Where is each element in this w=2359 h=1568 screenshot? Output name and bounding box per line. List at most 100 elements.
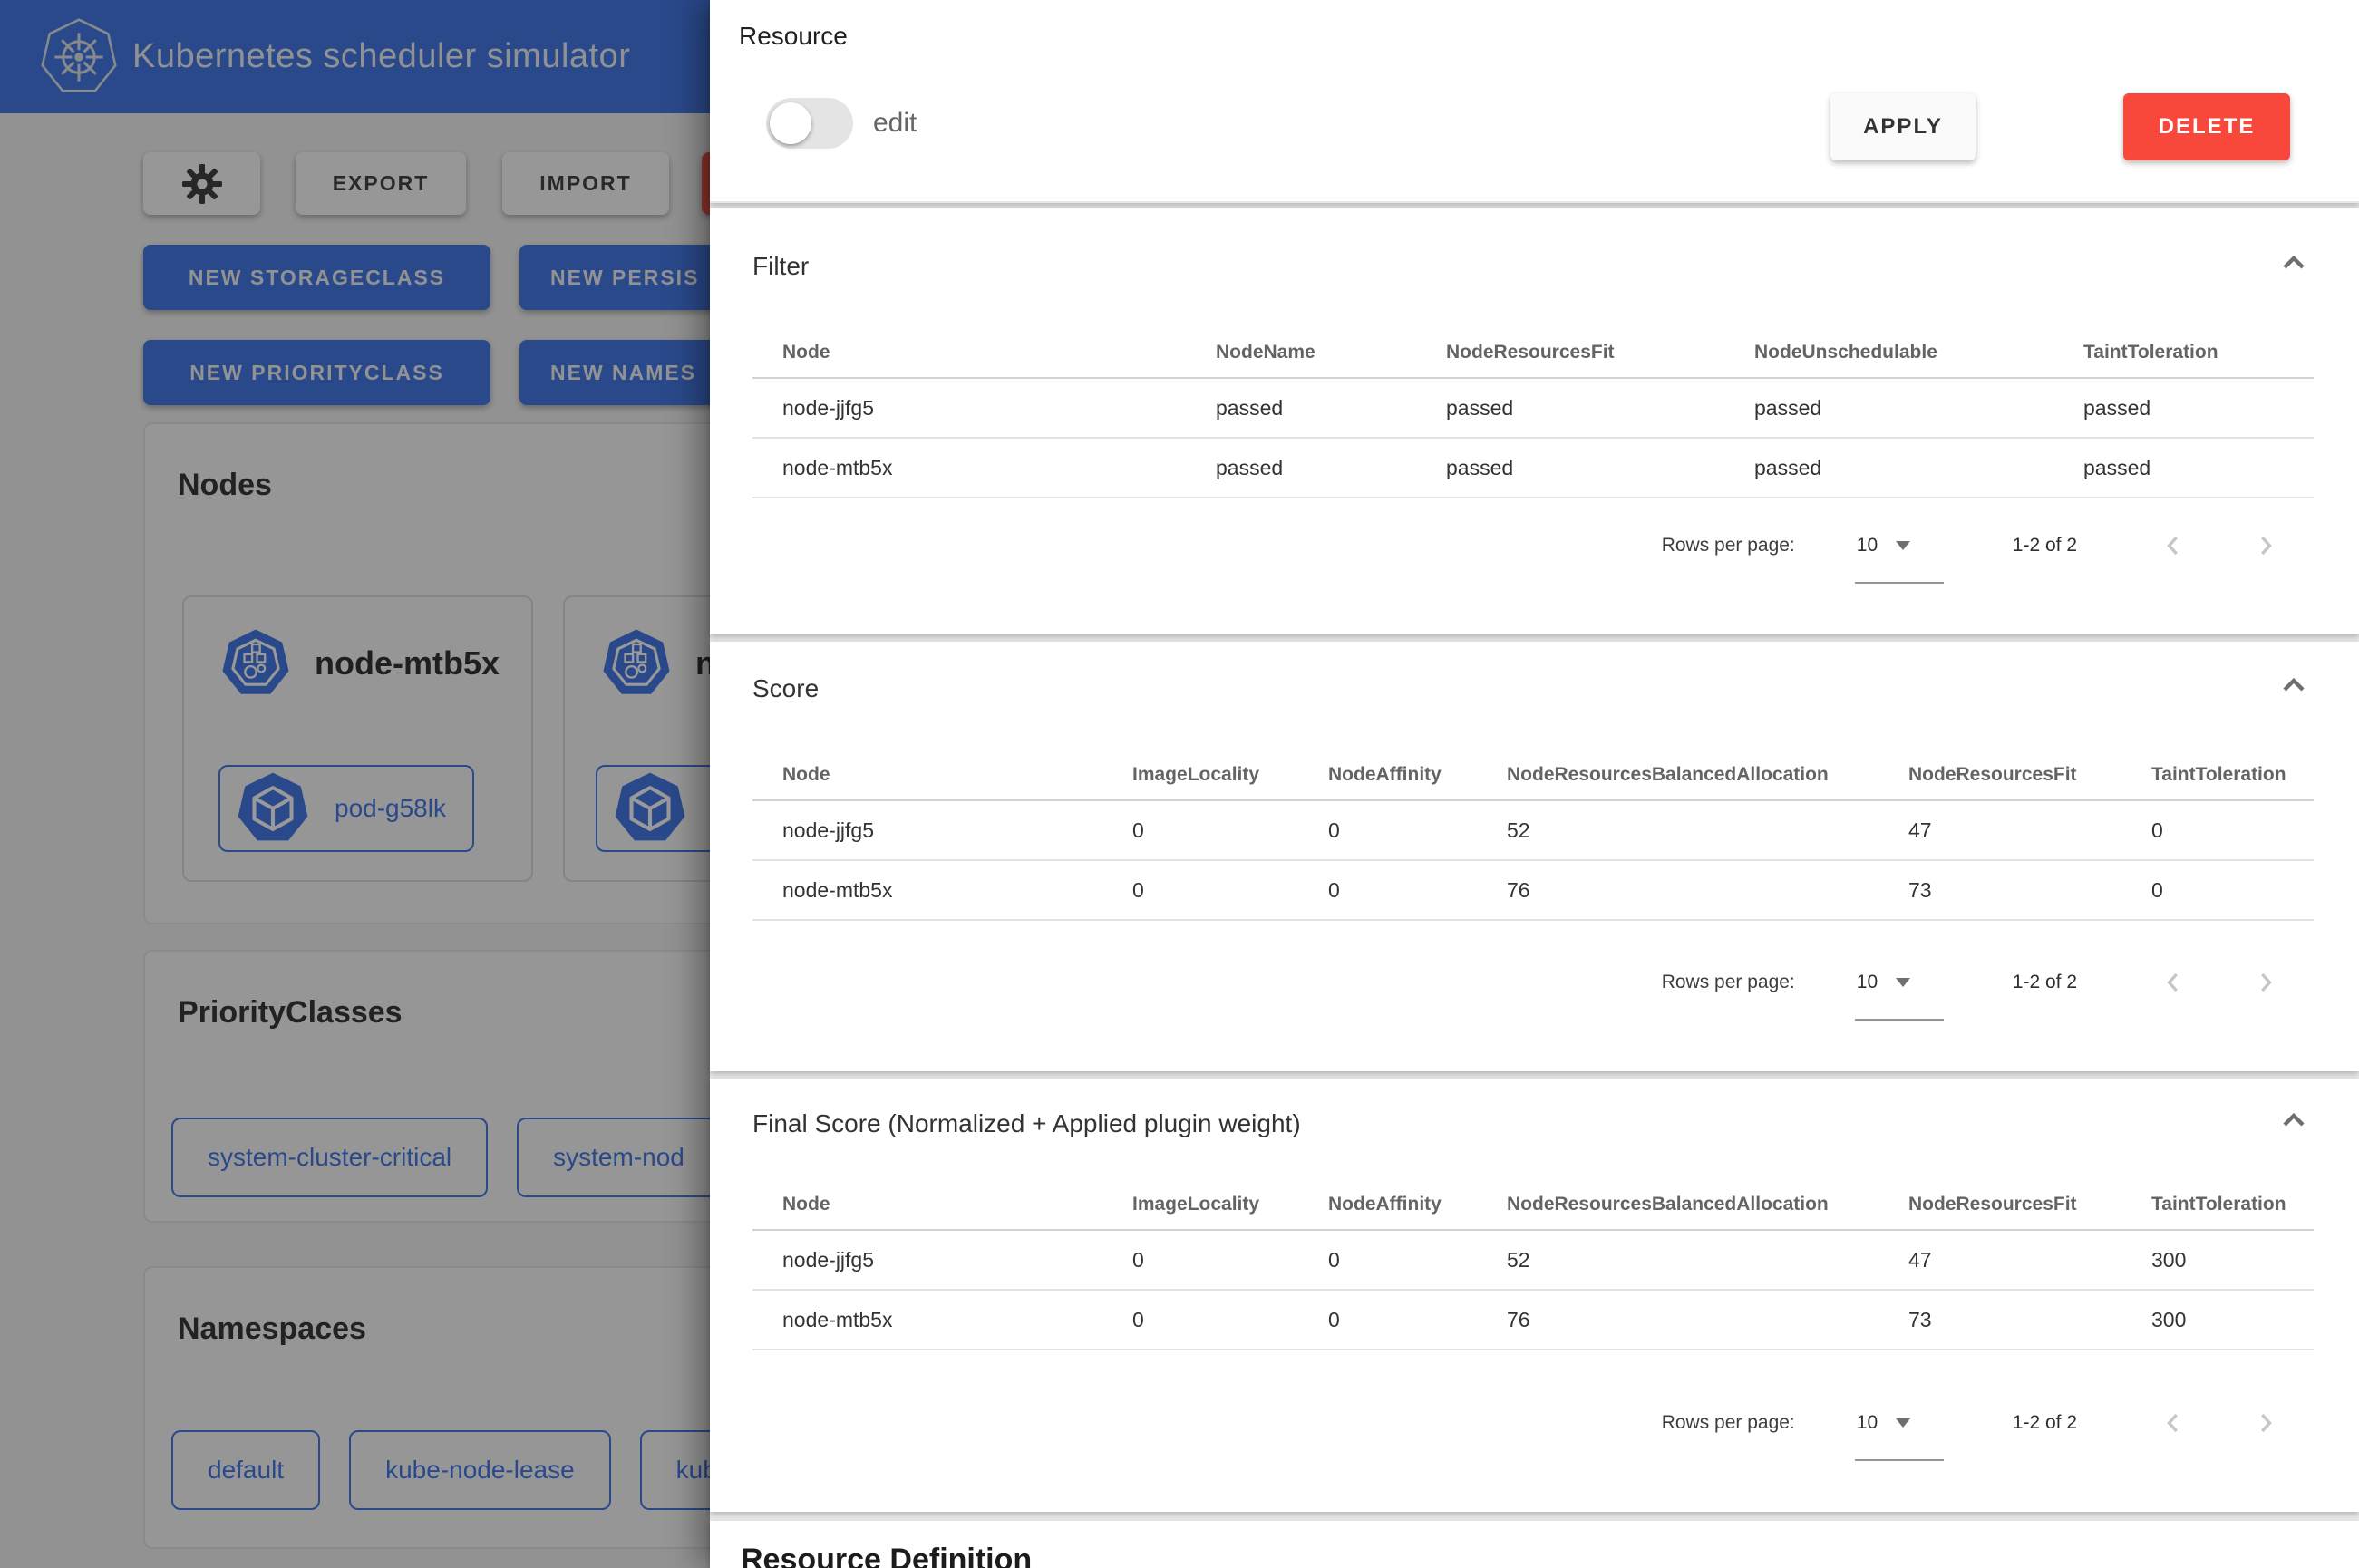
table-cell: 0 bbox=[1132, 1308, 1328, 1332]
triangle-down-icon bbox=[1896, 541, 1910, 550]
triangle-down-icon bbox=[1896, 978, 1910, 987]
column-header: ImageLocality bbox=[1132, 764, 1328, 786]
score-section-title: Score bbox=[752, 674, 2359, 703]
column-header: NodeResourcesBalancedAllocation bbox=[1507, 1194, 1908, 1215]
column-header: NodeResourcesFit bbox=[1908, 764, 2151, 786]
final-score-section: Final Score (Normalized + Applied plugin… bbox=[710, 1079, 2359, 1512]
edit-toggle[interactable] bbox=[766, 98, 853, 149]
column-header: TaintToleration bbox=[2083, 342, 2314, 363]
column-header: NodeName bbox=[1216, 342, 1446, 363]
collapse-chevron-icon[interactable] bbox=[2276, 245, 2312, 281]
table-cell: 0 bbox=[1328, 818, 1507, 843]
section-gap bbox=[710, 1512, 2359, 1521]
delete-button[interactable]: DELETE bbox=[2123, 93, 2290, 160]
table-cell: 76 bbox=[1507, 1308, 1908, 1332]
column-header: Node bbox=[752, 764, 1132, 786]
prev-page-button[interactable] bbox=[2157, 529, 2189, 562]
table-cell: 0 bbox=[2151, 878, 2314, 903]
rows-per-page-select[interactable]: 10 bbox=[1857, 1412, 1944, 1434]
column-header: NodeResourcesFit bbox=[1908, 1194, 2151, 1215]
table-cell: 52 bbox=[1507, 1248, 1908, 1273]
column-header: TaintToleration bbox=[2151, 1194, 2314, 1215]
table-row: node-jjfg5005247300 bbox=[752, 1231, 2314, 1291]
column-header: NodeUnschedulable bbox=[1754, 342, 2083, 363]
table-cell: passed bbox=[1446, 456, 1754, 480]
table-cell: node-jjfg5 bbox=[752, 396, 1216, 421]
page-range-text: 1-2 of 2 bbox=[2013, 535, 2077, 557]
next-page-button[interactable] bbox=[2249, 1407, 2282, 1439]
score-pagination: Rows per page: 10 1-2 of 2 bbox=[1662, 966, 2282, 999]
table-cell: passed bbox=[2083, 396, 2314, 421]
table-cell: 47 bbox=[1908, 818, 2151, 843]
collapse-chevron-icon[interactable] bbox=[2276, 667, 2312, 703]
rows-per-page-label: Rows per page: bbox=[1662, 535, 1795, 557]
table-cell: 47 bbox=[1908, 1248, 2151, 1273]
resource-definition-section: Resource Definition bbox=[710, 1521, 2359, 1568]
table-cell: 73 bbox=[1908, 1308, 2151, 1332]
column-header: NodeAffinity bbox=[1328, 764, 1507, 786]
table-cell: node-jjfg5 bbox=[752, 818, 1132, 843]
filter-pagination: Rows per page: 10 1-2 of 2 bbox=[1662, 529, 2282, 562]
final-score-pagination: Rows per page: 10 1-2 of 2 bbox=[1662, 1407, 2282, 1439]
table-cell: passed bbox=[2083, 456, 2314, 480]
column-header: TaintToleration bbox=[2151, 764, 2314, 786]
rows-per-page-select[interactable]: 10 bbox=[1857, 535, 1944, 557]
column-header: NodeResourcesFit bbox=[1446, 342, 1754, 363]
next-page-button[interactable] bbox=[2249, 966, 2282, 999]
table-cell: 0 bbox=[1132, 878, 1328, 903]
rows-per-page-select[interactable]: 10 bbox=[1857, 972, 1944, 993]
page-range-text: 1-2 of 2 bbox=[2013, 1412, 2077, 1434]
column-header: Node bbox=[752, 1194, 1132, 1215]
resource-definition-title: Resource Definition bbox=[741, 1543, 2359, 1568]
table-cell: 300 bbox=[2151, 1308, 2314, 1332]
edit-toggle-thumb bbox=[770, 102, 811, 144]
table-cell: passed bbox=[1216, 456, 1446, 480]
table-row: node-mtb5x007673300 bbox=[752, 1291, 2314, 1350]
table-cell: 300 bbox=[2151, 1248, 2314, 1273]
next-page-button[interactable] bbox=[2249, 529, 2282, 562]
section-gap bbox=[710, 634, 2359, 642]
section-gap bbox=[710, 1071, 2359, 1079]
filter-section-title: Filter bbox=[752, 252, 2359, 281]
table-row: node-mtb5x0076730 bbox=[752, 861, 2314, 921]
drawer-header: Resource edit APPLY DELETE bbox=[710, 0, 2359, 203]
table-cell: 73 bbox=[1908, 878, 2151, 903]
column-header: Node bbox=[752, 342, 1216, 363]
prev-page-button[interactable] bbox=[2157, 1407, 2189, 1439]
table-header-row: NodeImageLocalityNodeAffinityNodeResourc… bbox=[752, 750, 2314, 801]
resource-drawer: Resource edit APPLY DELETE Filter NodeNo… bbox=[710, 0, 2359, 1568]
table-cell: node-mtb5x bbox=[752, 456, 1216, 480]
triangle-down-icon bbox=[1896, 1418, 1910, 1428]
table-row: node-jjfg5passedpassedpassedpassed bbox=[752, 379, 2314, 439]
table-cell: 0 bbox=[1328, 1308, 1507, 1332]
final-score-section-title: Final Score (Normalized + Applied plugin… bbox=[752, 1109, 2359, 1138]
filter-table: NodeNodeNameNodeResourcesFitNodeUnschedu… bbox=[752, 328, 2314, 498]
apply-button[interactable]: APPLY bbox=[1830, 93, 1976, 160]
table-cell: 76 bbox=[1507, 878, 1908, 903]
filter-section: Filter NodeNodeNameNodeResourcesFitNodeU… bbox=[710, 208, 2359, 634]
collapse-chevron-icon[interactable] bbox=[2276, 1102, 2312, 1138]
column-header: ImageLocality bbox=[1132, 1194, 1328, 1215]
table-cell: passed bbox=[1754, 456, 2083, 480]
table-cell: 0 bbox=[1328, 1248, 1507, 1273]
edit-toggle-label: edit bbox=[873, 108, 917, 139]
table-cell: passed bbox=[1754, 396, 2083, 421]
table-cell: 52 bbox=[1507, 818, 1908, 843]
column-header: NodeAffinity bbox=[1328, 1194, 1507, 1215]
screen: Kubernetes scheduler simulator EXPORT bbox=[0, 0, 2359, 1568]
table-row: node-mtb5xpassedpassedpassedpassed bbox=[752, 439, 2314, 498]
score-table: NodeImageLocalityNodeAffinityNodeResourc… bbox=[752, 750, 2314, 921]
final-score-table: NodeImageLocalityNodeAffinityNodeResourc… bbox=[752, 1180, 2314, 1350]
rows-per-page-label: Rows per page: bbox=[1662, 1412, 1795, 1434]
table-cell: node-mtb5x bbox=[752, 1308, 1132, 1332]
column-header: NodeResourcesBalancedAllocation bbox=[1507, 764, 1908, 786]
table-header-row: NodeNodeNameNodeResourcesFitNodeUnschedu… bbox=[752, 328, 2314, 379]
table-cell: passed bbox=[1216, 396, 1446, 421]
page-range-text: 1-2 of 2 bbox=[2013, 972, 2077, 993]
table-cell: 0 bbox=[2151, 818, 2314, 843]
table-cell: passed bbox=[1446, 396, 1754, 421]
score-section: Score NodeImageLocalityNodeAffinityNodeR… bbox=[710, 642, 2359, 1071]
table-cell: 0 bbox=[1132, 1248, 1328, 1273]
table-cell: 0 bbox=[1132, 818, 1328, 843]
prev-page-button[interactable] bbox=[2157, 966, 2189, 999]
